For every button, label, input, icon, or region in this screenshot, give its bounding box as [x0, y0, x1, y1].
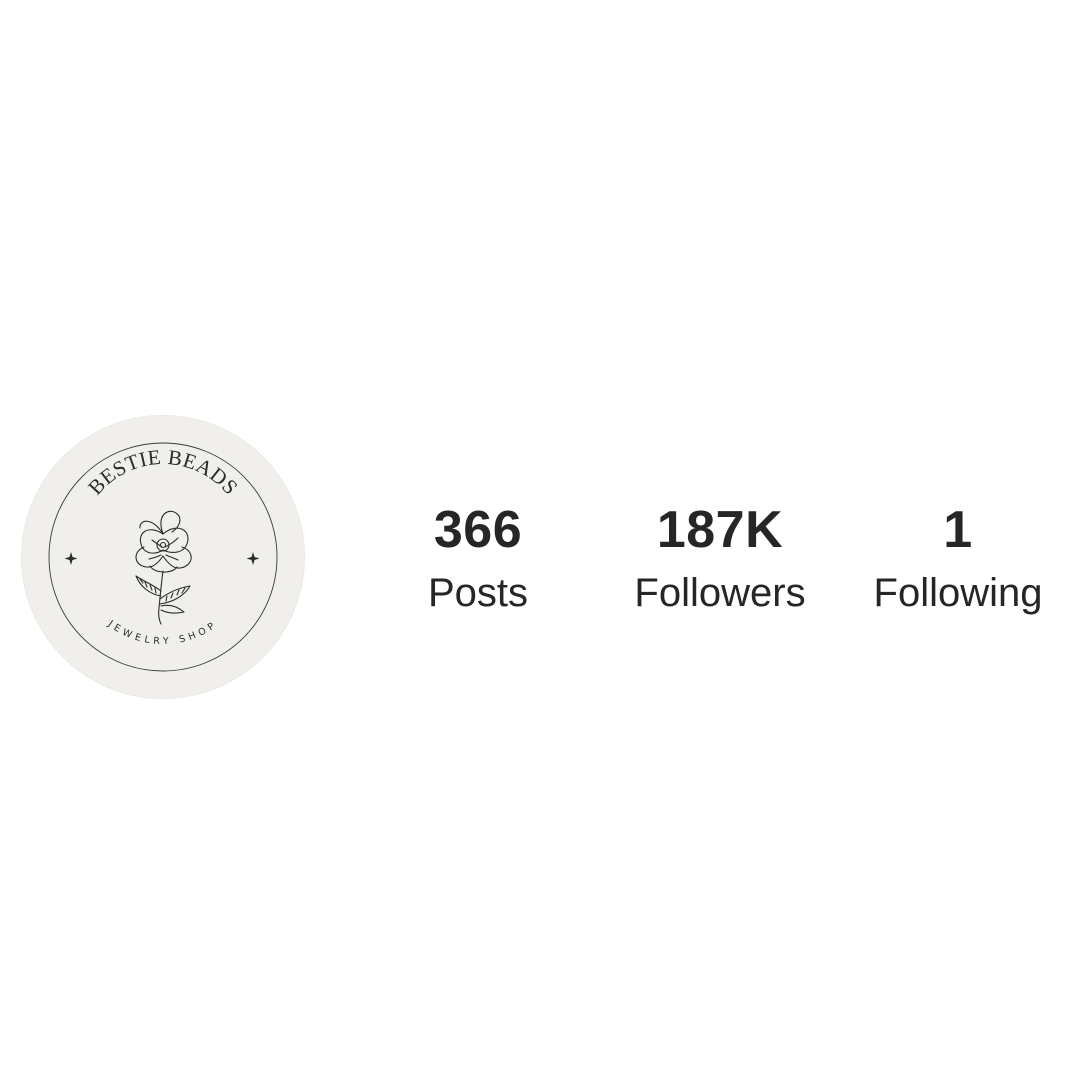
sparkle-icon	[64, 552, 260, 565]
bestie-beads-logo: BESTIE BEADS JEWELRY SHOP	[48, 442, 278, 672]
stat-following[interactable]: 1 Following	[852, 498, 1064, 618]
posts-label: Posts	[427, 571, 529, 615]
profile-avatar[interactable]: BESTIE BEADS JEWELRY SHOP	[22, 416, 304, 698]
following-label: Following	[873, 571, 1043, 615]
logo-tagline: JEWELRY SHOP	[105, 618, 216, 647]
following-count: 1	[943, 501, 973, 559]
followers-count: 187K	[656, 501, 784, 559]
logo-brand-name: BESTIE BEADS	[83, 445, 242, 500]
stat-posts[interactable]: 366 Posts	[408, 498, 548, 618]
posts-count: 366	[433, 501, 523, 559]
profile-header: BESTIE BEADS JEWELRY SHOP 366 Posts 187K…	[0, 0, 1080, 1080]
svg-text:JEWELRY SHOP: JEWELRY SHOP	[105, 618, 220, 647]
flower-icon	[135, 510, 192, 625]
stat-followers[interactable]: 187K Followers	[610, 498, 830, 618]
svg-text:BESTIE BEADS: BESTIE BEADS	[83, 445, 243, 500]
followers-label: Followers	[634, 571, 806, 615]
